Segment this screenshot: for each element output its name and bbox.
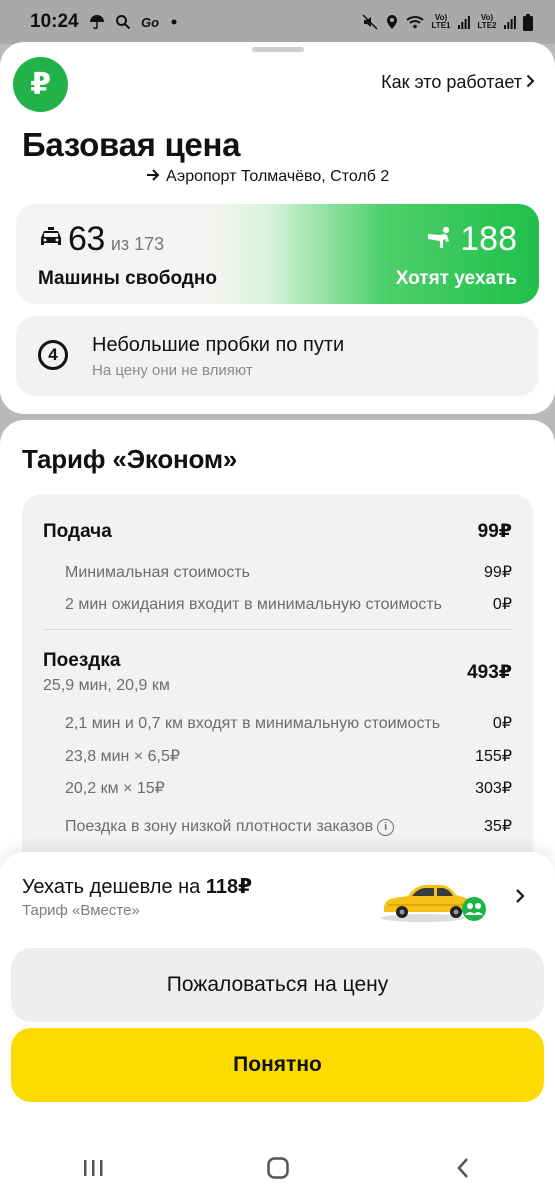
location-icon xyxy=(385,14,399,30)
trip-item-value: 303₽ xyxy=(475,780,512,797)
trip-item: 2,1 мин и 0,7 км входят в минимальную ст… xyxy=(65,713,512,733)
system-nav-bar xyxy=(0,1136,555,1200)
arrow-right-icon xyxy=(146,168,160,186)
pickup-label: Подача xyxy=(43,521,112,542)
traffic-card: 4 Небольшие пробки по пути На цену они н… xyxy=(16,316,539,396)
trip-item-value: 35₽ xyxy=(484,818,512,835)
cheaper-offer-tariff: Тариф «Вместе» xyxy=(22,902,140,919)
how-it-works-link[interactable]: Как это работает xyxy=(381,72,535,93)
trip-item: 23,8 мин × 6,5₽ 155₽ xyxy=(65,746,512,766)
pickup-row: Подача 99₽ xyxy=(43,520,512,543)
signal2-icon xyxy=(504,15,516,29)
trip-item-label: Поездка в зону низкой плотности заказов xyxy=(65,818,374,835)
tariff-title: Тариф «Эконом» xyxy=(22,444,238,474)
trip-item-value: 155₽ xyxy=(475,748,512,765)
pickup-item: 2 мин ожидания входит в минимальную стои… xyxy=(65,594,512,614)
route-destination: Аэропорт Толмачёво, Столб 2 xyxy=(146,168,389,186)
hailing-person-icon xyxy=(426,226,454,253)
cheaper-offer-amount: 118₽ xyxy=(205,876,253,898)
trip-value: 493₽ xyxy=(467,662,512,683)
status-time: 10:24 xyxy=(30,11,79,32)
pickup-item: Минимальная стоимость 99₽ xyxy=(65,562,512,582)
go-app-icon: Go xyxy=(141,15,161,29)
svg-text:Go: Go xyxy=(141,15,159,29)
price-breakdown: Подача 99₽ Минимальная стоимость 99₽ 2 м… xyxy=(22,494,533,894)
search-icon xyxy=(115,14,131,30)
pickup-item-label: 2 мин ожидания входит в минимальную стои… xyxy=(65,596,443,613)
ok-button[interactable]: Понятно xyxy=(11,1028,544,1102)
chevron-right-icon[interactable] xyxy=(515,884,525,910)
supply-demand-card: 63 из 173 Машины свободно 188 Хотят уеха… xyxy=(16,204,539,304)
wifi-icon xyxy=(406,15,424,29)
traffic-subtitle: На цену они не влияют xyxy=(92,362,253,379)
free-cars-value: 63 xyxy=(68,220,105,258)
signal1-icon xyxy=(458,15,470,29)
demand-value: 188 xyxy=(460,220,517,258)
trip-item-value: 0₽ xyxy=(492,715,512,732)
lte1-label: Vo) LTE1 xyxy=(431,13,451,30)
taxi-icon xyxy=(40,227,62,252)
free-cars-count: 63 из 173 xyxy=(40,220,164,259)
umbrella-icon xyxy=(89,14,105,30)
free-cars-label: Машины свободно xyxy=(38,268,217,289)
complain-price-button[interactable]: Пожаловаться на цену xyxy=(11,948,544,1022)
mute-icon xyxy=(362,14,378,30)
trip-item-label: 23,8 мин × 6,5₽ xyxy=(65,748,181,765)
trip-item-label: 20,2 км × 15₽ xyxy=(65,780,165,797)
trip-details: 25,9 мин, 20,9 км xyxy=(43,677,170,694)
trip-item: 20,2 км × 15₽ 303₽ xyxy=(65,778,512,798)
pickup-item-label: Минимальная стоимость xyxy=(65,564,250,581)
cheaper-offer-title[interactable]: Уехать дешевле на 118₽ xyxy=(22,874,252,899)
low-density-item: Поездка в зону низкой плотности заказов … xyxy=(65,818,395,836)
base-price-sheet: ₽ Как это работает Базовая цена Аэропорт… xyxy=(0,42,555,414)
back-icon[interactable] xyxy=(433,1143,493,1193)
shared-car-icon xyxy=(378,878,488,924)
pickup-item-value: 99₽ xyxy=(484,564,512,581)
battery-icon xyxy=(523,13,533,31)
total-cars-value: из 173 xyxy=(110,234,165,254)
page-title: Базовая цена xyxy=(22,126,241,163)
trip-item: Поездка в зону низкой плотности заказов … xyxy=(65,816,512,836)
lte2-label: Vo) LTE2 xyxy=(477,13,497,30)
pickup-value: 99₽ xyxy=(477,521,512,542)
traffic-level-icon: 4 xyxy=(38,340,68,370)
trip-item-label: 2,1 мин и 0,7 км входят в минимальную ст… xyxy=(65,715,441,732)
traffic-title: Небольшие пробки по пути xyxy=(92,334,345,356)
info-icon[interactable]: i xyxy=(377,818,395,836)
ruble-icon: ₽ xyxy=(13,57,68,112)
route-label: Аэропорт Толмачёво, Столб 2 xyxy=(166,168,390,185)
divider xyxy=(43,629,512,630)
status-bar: 10:24 Go Vo) LTE1 Vo) LTE2 xyxy=(0,0,555,44)
demand-count: 188 xyxy=(426,220,517,259)
pickup-item-value: 0₽ xyxy=(492,596,512,613)
home-icon[interactable] xyxy=(248,1143,308,1193)
chevron-right-icon xyxy=(526,72,535,93)
demand-label: Хотят уехать xyxy=(395,268,517,289)
recent-apps-icon[interactable] xyxy=(63,1143,123,1193)
cheaper-offer-prefix: Уехать дешевле на xyxy=(22,876,206,898)
dot-icon xyxy=(171,19,177,25)
sheet-grabber[interactable] xyxy=(252,47,304,52)
how-it-works-label: Как это работает xyxy=(381,72,522,92)
